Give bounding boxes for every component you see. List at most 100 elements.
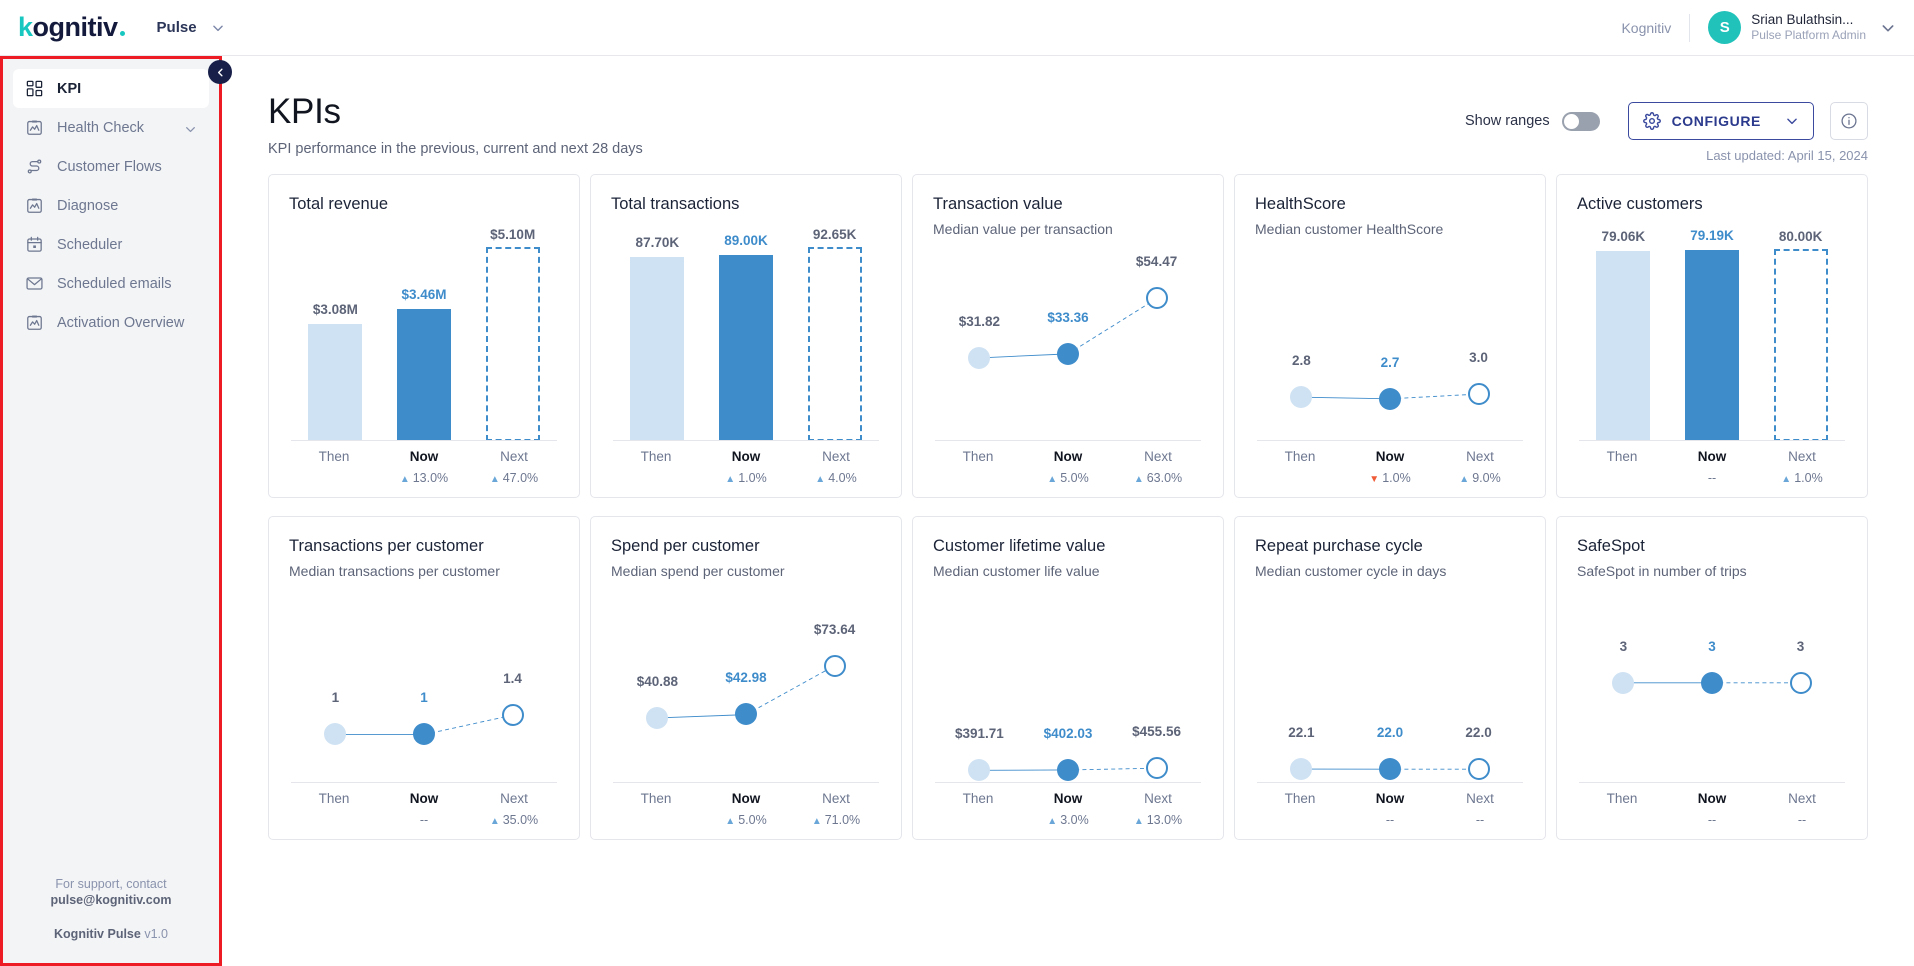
sidebar-item-label: Scheduler	[57, 236, 123, 253]
period-label-row: Then Now Next	[1577, 791, 1847, 806]
chevron-down-icon[interactable]	[1880, 20, 1896, 36]
sidebar-item-activation-overview[interactable]: Activation Overview	[13, 303, 209, 342]
period-label-row: Then Now Next	[611, 449, 881, 464]
avatar: S	[1708, 11, 1742, 44]
sidebar-item-scheduled-emails[interactable]: Scheduled emails	[13, 264, 209, 303]
sidebar-item-diagnose[interactable]: Diagnose	[13, 186, 209, 225]
delta-value: ▲ 5.0%	[1047, 471, 1089, 485]
show-ranges-label: Show ranges	[1464, 113, 1550, 129]
arrow-up-icon: ▲	[1047, 816, 1058, 827]
dot-value-label: 22.0	[1465, 724, 1492, 740]
support-email[interactable]: pulse@kognitiv.com	[17, 893, 205, 907]
chevron-down-icon[interactable]	[211, 21, 225, 35]
dot-next	[501, 703, 524, 726]
kpi-card-safespot[interactable]: SafeSpot SafeSpot in number of trips 3 3 3 Th…	[1556, 516, 1868, 840]
chevron-down-icon	[1787, 118, 1797, 125]
sidebar-collapse-button[interactable]	[208, 60, 232, 84]
dot-value-label: 3	[1619, 638, 1628, 654]
kpi-card-grid: Total revenue $3.08M $3.46M $5.10M Then Now Ne…	[222, 174, 1914, 840]
kpi-card-customer-lifetime-value[interactable]: Customer lifetime value Median customer l…	[912, 516, 1224, 840]
sidebar-item-kpi[interactable]: KPI	[13, 69, 209, 108]
kpi-card-subtitle: SafeSpot in number of trips	[1577, 562, 1747, 579]
period-label-row: Then Now Next	[289, 791, 559, 806]
dot-now	[1057, 342, 1079, 365]
kpi-card-active-customers[interactable]: Active customers 79.06K 79.19K 80.00K Then No…	[1556, 174, 1868, 498]
kpi-card-healthscore[interactable]: HealthScore Median customer HealthScore 2.…	[1234, 174, 1546, 498]
delta-value: ▲ 5.0%	[725, 813, 767, 827]
dot-then	[1290, 386, 1313, 409]
dot-value-label: 1	[420, 690, 428, 706]
kpi-card-subtitle: Median customer cycle in days	[1255, 562, 1447, 579]
kpi-card-footer: Then Now Next -- ▲ 35.0%	[289, 783, 559, 839]
delta-value: ▲ 4.0%	[815, 471, 857, 485]
support-contact-label: For support, contact	[55, 877, 167, 891]
kpi-card-subtitle: Median value per transaction	[933, 220, 1113, 237]
dot-line-chart: 3 3 3	[1579, 579, 1845, 783]
app-switcher-label[interactable]: Pulse	[157, 19, 197, 36]
bar-value-label: 79.19K	[1690, 228, 1734, 244]
dot-value-label: $73.64	[813, 621, 856, 637]
chart-axis-line	[613, 782, 879, 783]
top-header-bar: k ognitiv Pulse Kognitiv S Srian Bulathsi…	[0, 0, 1914, 56]
dot-value-label: 22.0	[1376, 724, 1404, 740]
period-label-row: Then Now Next	[611, 791, 881, 806]
bar-value-label: 79.06K	[1601, 228, 1646, 244]
chart-clipboard-icon	[27, 198, 42, 213]
chart-axis-line	[1257, 440, 1523, 441]
kpi-chart: $391.71 $402.03 $455.56	[935, 579, 1201, 783]
chart-axis-line	[613, 440, 879, 441]
kpi-card-transaction-value[interactable]: Transaction value Median value per transa…	[912, 174, 1224, 498]
bar-column-next: 92.65K	[790, 215, 879, 441]
sidebar-item-health-check[interactable]: Health Check	[13, 108, 209, 147]
configure-button[interactable]: CONFIGURE	[1627, 102, 1814, 140]
kpi-card-total-revenue[interactable]: Total revenue $3.08M $3.46M $5.10M Then Now Ne…	[268, 174, 580, 498]
kpi-card-footer: Then Now Next ▲ 3.0% ▲ 13.0%	[933, 783, 1203, 839]
dot-line-svg	[1257, 237, 1523, 441]
period-label-then: Then	[962, 791, 994, 806]
bar-column-next: $5.10M	[468, 215, 557, 441]
user-menu[interactable]: S Srian Bulathsin... Pulse Platform Admi…	[1708, 11, 1896, 44]
kpi-card-spend-per-customer[interactable]: Spend per customer Median spend per custo…	[590, 516, 902, 840]
sidebar-item-customer-flows[interactable]: Customer Flows	[13, 147, 209, 186]
period-label-now: Now	[409, 791, 439, 806]
dot-value-label: 3	[1708, 638, 1716, 654]
sidebar-item-label: Health Check	[57, 119, 145, 136]
bar-next: 92.65K	[807, 227, 862, 441]
sidebar-nav: KPI Health Check Customer Flows Diagnose Sch…	[0, 56, 222, 966]
product-name: Kognitiv Pulse	[54, 927, 141, 941]
kpi-chart: 1 1 1.4	[291, 579, 557, 783]
delta-value: --	[1475, 813, 1485, 827]
delta-value: --	[1707, 813, 1717, 827]
dot-now	[735, 703, 757, 726]
sidebar-item-scheduler[interactable]: Scheduler	[13, 225, 209, 264]
bar-now: 79.19K	[1685, 228, 1739, 441]
delta-row: -- ▲ 1.0%	[1577, 471, 1847, 485]
bar-next: 80.00K	[1773, 229, 1828, 441]
kpi-chart: 2.8 2.7 3.0	[1257, 237, 1523, 441]
bar-column-now: 79.19K	[1668, 215, 1757, 441]
kpi-card-transactions-per-customer[interactable]: Transactions per customer Median transact…	[268, 516, 580, 840]
bar-column-then: 87.70K	[613, 215, 702, 441]
sidebar-item-label: Diagnose	[57, 197, 119, 214]
period-label-then: Then	[962, 449, 994, 464]
arrow-up-icon: ▲	[1047, 474, 1058, 485]
kpi-card-total-transactions[interactable]: Total transactions 87.70K 89.00K 92.65K Then…	[590, 174, 902, 498]
dot-value-label: 1	[331, 690, 340, 706]
show-ranges-toggle[interactable]	[1561, 111, 1600, 131]
bar-column-then: $3.08M	[291, 215, 380, 441]
info-button[interactable]	[1830, 102, 1868, 140]
bar-value-label: $3.46M	[401, 287, 447, 303]
bar-then: $3.08M	[308, 302, 363, 441]
kpi-chart: 79.06K 79.19K 80.00K	[1579, 215, 1845, 441]
delta-spacer	[933, 813, 1023, 827]
dot-value-label: 2.8	[1292, 353, 1311, 369]
page-header: KPIs KPI performance in the previous, cu…	[222, 56, 1914, 174]
dot-then	[324, 723, 347, 746]
chevron-down-icon[interactable]	[184, 122, 197, 135]
kpi-chart: 87.70K 89.00K 92.65K	[613, 215, 879, 441]
kognitiv-logo[interactable]: k ognitiv	[18, 12, 125, 43]
kpi-card-footer: Then Now Next ▲ 5.0% ▲ 71.0%	[611, 783, 881, 839]
chart-axis-line	[1579, 782, 1845, 783]
kpi-card-repeat-purchase-cycle[interactable]: Repeat purchase cycle Median customer cyc…	[1234, 516, 1546, 840]
page-header-controls: Show ranges CONFIGURE	[1465, 102, 1868, 140]
